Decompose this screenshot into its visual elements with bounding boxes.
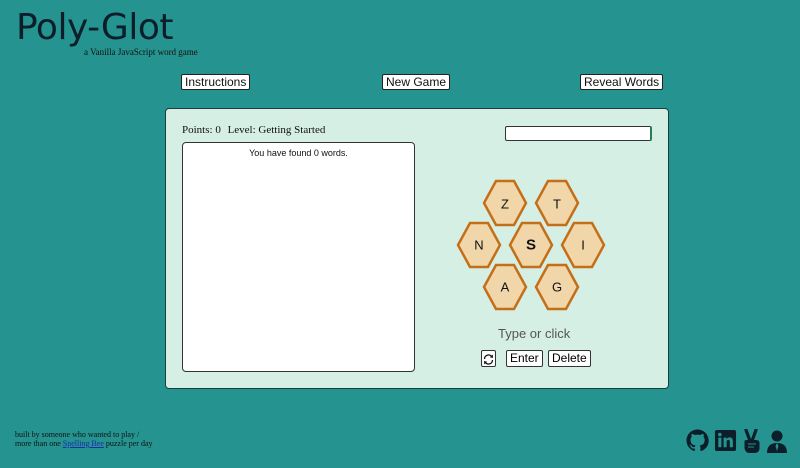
found-words-text: You have found 0 words. xyxy=(249,148,348,158)
hex-cell-top-right[interactable]: T xyxy=(534,179,580,227)
hex-cell-left[interactable]: N xyxy=(456,221,502,269)
peace-link[interactable] xyxy=(741,429,763,454)
footer-line-2: more than one Spelling Bee puzzle per da… xyxy=(15,439,153,448)
github-link[interactable] xyxy=(686,429,709,452)
linkedin-link[interactable] xyxy=(714,429,737,452)
word-input[interactable] xyxy=(505,126,652,141)
footer-prefix: more than one xyxy=(15,439,63,448)
github-icon xyxy=(686,429,709,452)
enter-button[interactable]: Enter xyxy=(506,350,543,367)
new-game-button[interactable]: New Game xyxy=(382,74,451,90)
shuffle-button[interactable] xyxy=(481,350,496,367)
input-prompt: Type or click xyxy=(498,326,571,341)
footer-credit: built by someone who wanted to play / mo… xyxy=(15,430,153,448)
shuffle-icon xyxy=(483,353,494,365)
hex-cell-top-left[interactable]: Z xyxy=(482,179,528,227)
hex-cell-right[interactable]: I xyxy=(560,221,606,269)
app-subtitle: a Vanilla JavaScript word game xyxy=(84,47,198,57)
peace-hand-icon xyxy=(744,429,760,453)
app-title: Poly-Glot xyxy=(16,7,173,48)
score-stats: Points: 0 Level: Getting Started xyxy=(182,124,329,136)
instructions-button[interactable]: Instructions xyxy=(181,74,251,90)
person-icon xyxy=(767,430,787,453)
hex-cell-bottom-left[interactable]: A xyxy=(482,263,528,311)
footer-suffix: puzzle per day xyxy=(103,439,153,448)
letter-hive: Z T N S I A G xyxy=(456,179,606,311)
points-label: Points: 0 xyxy=(182,124,221,136)
delete-button[interactable]: Delete xyxy=(548,350,591,367)
profile-link[interactable] xyxy=(766,429,788,454)
spelling-bee-link[interactable]: Spelling Bee xyxy=(63,439,104,448)
hex-cell-bottom-right[interactable]: G xyxy=(534,263,580,311)
game-panel: Points: 0 Level: Getting Started You hav… xyxy=(165,108,669,389)
level-label: Level: Getting Started xyxy=(227,124,326,136)
reveal-words-button[interactable]: Reveal Words xyxy=(580,74,664,90)
footer-line-1: built by someone who wanted to play / xyxy=(15,430,140,439)
linkedin-icon xyxy=(714,429,737,452)
found-words-box: You have found 0 words. xyxy=(182,142,415,372)
hex-cell-center[interactable]: S xyxy=(508,221,554,269)
